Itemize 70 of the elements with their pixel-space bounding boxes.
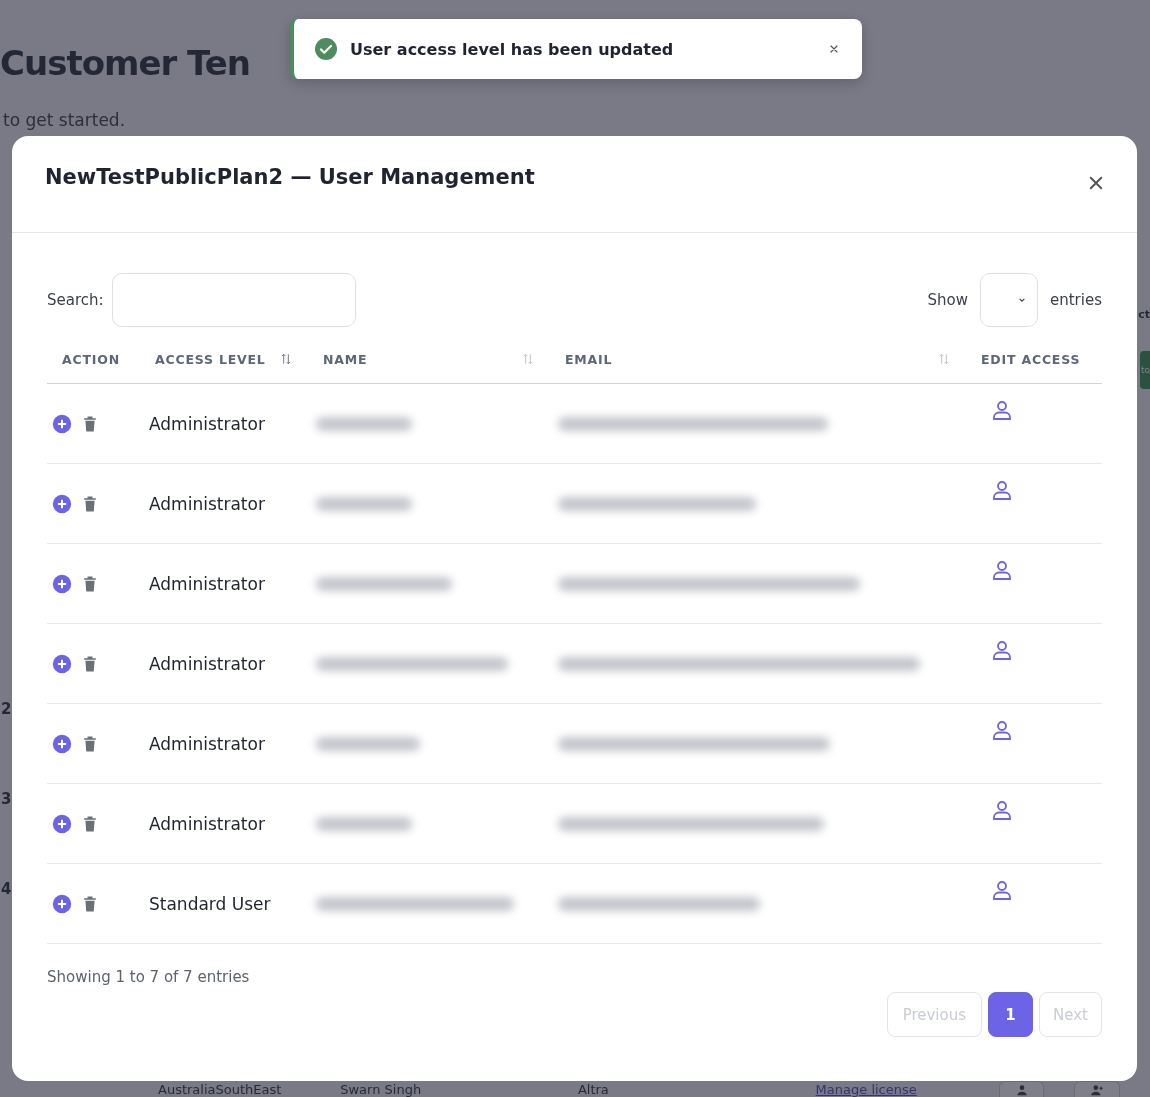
person-icon	[990, 798, 1014, 822]
add-button[interactable]	[52, 813, 72, 834]
person-plus-icon	[1090, 1082, 1105, 1097]
page-button[interactable]: 1	[988, 992, 1034, 1037]
edit-access-button[interactable]	[990, 798, 1014, 822]
person-icon	[990, 638, 1014, 662]
sort-icon	[521, 352, 535, 366]
row-number: 4	[1, 880, 12, 898]
table-cell: Administrator	[149, 413, 265, 434]
table-cell: Administrator	[149, 653, 265, 674]
edit-access-button[interactable]	[990, 878, 1014, 902]
table-cell: Standard User	[149, 893, 271, 914]
person-icon	[990, 558, 1014, 582]
column-header[interactable]: EMAIL	[550, 351, 966, 367]
plus-circle-icon	[52, 653, 72, 674]
close-button[interactable]	[828, 43, 840, 55]
column-header: ct	[1138, 308, 1150, 321]
table-cell: Administrator	[149, 573, 265, 594]
add-button[interactable]	[52, 733, 72, 754]
add-button[interactable]	[52, 573, 72, 594]
page-title: Customer Ten	[0, 42, 251, 85]
close-icon	[828, 43, 840, 55]
sort-icon	[937, 352, 951, 366]
person-icon	[990, 478, 1014, 502]
person-icon	[990, 878, 1014, 902]
column-header: EDIT ACCESS	[980, 351, 1082, 367]
add-button[interactable]	[52, 893, 72, 914]
plus-circle-icon	[52, 893, 72, 914]
search-field[interactable]	[111, 273, 356, 327]
action-button[interactable]: to	[1139, 351, 1150, 389]
manage-license-link[interactable]: Manage license	[815, 1082, 999, 1097]
column-header: ACTION	[61, 351, 121, 367]
table-cell-text: AustraliaSouthEast	[158, 1082, 283, 1097]
edit-access-button[interactable]	[990, 718, 1014, 742]
person-icon	[990, 398, 1014, 422]
column-header[interactable]: ACCESS LEVEL	[140, 351, 308, 367]
modal-title: NewTestPublicPlan2 — User Management	[45, 165, 535, 189]
close-icon	[1087, 174, 1105, 192]
table-cell: Administrator	[149, 493, 265, 514]
entries-label: entries	[1050, 291, 1102, 309]
table-cell-text: Swarn Singh	[340, 1082, 423, 1097]
add-button[interactable]	[52, 653, 72, 674]
plus-circle-icon	[52, 813, 72, 834]
row-number: 3	[1, 790, 12, 808]
add-button[interactable]	[52, 413, 72, 434]
edit-access-button[interactable]	[990, 478, 1014, 502]
search-label: Search:	[47, 291, 104, 309]
column-header[interactable]: NAME	[308, 351, 550, 367]
person-icon	[990, 718, 1014, 742]
user-button[interactable]	[998, 1081, 1045, 1097]
add-button[interactable]	[52, 493, 72, 514]
plus-circle-icon	[52, 413, 72, 434]
plus-circle-icon	[52, 733, 72, 754]
table-cell-text: Altra	[577, 1082, 610, 1097]
row-number: 2	[1, 700, 12, 718]
add-user-button[interactable]	[1074, 1081, 1120, 1097]
table-cell: Administrator	[149, 813, 265, 834]
plus-circle-icon	[52, 493, 72, 514]
toast-message: User access level has been updated	[350, 39, 675, 59]
table-cell: Administrator	[149, 733, 265, 754]
edit-access-button[interactable]	[990, 398, 1014, 422]
close-button[interactable]	[1087, 174, 1105, 192]
check-circle-icon	[314, 37, 338, 61]
plus-circle-icon	[52, 573, 72, 594]
edit-access-button[interactable]	[990, 638, 1014, 662]
page-subtitle: to get started.	[3, 110, 127, 130]
edit-access-button[interactable]	[990, 558, 1014, 582]
show-label: Show	[927, 291, 968, 309]
table-info: Showing 1 to 7 of 7 entries	[47, 968, 250, 986]
sort-icon	[279, 352, 293, 366]
